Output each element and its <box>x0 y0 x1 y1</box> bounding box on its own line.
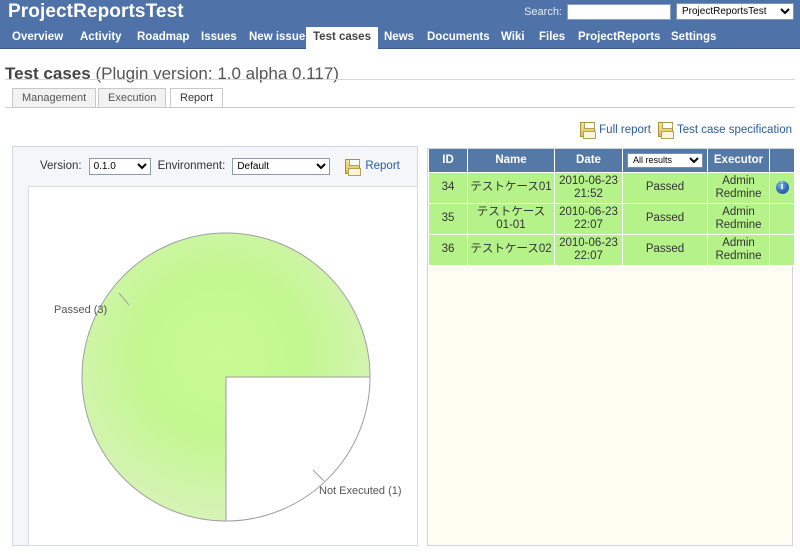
top-header: ProjectReportsTest Search: ProjectReport… <box>0 0 800 27</box>
test-results-table: ID Name Date All results Executor 34 テスト… <box>428 149 795 266</box>
col-header-executor[interactable]: Executor <box>707 149 770 173</box>
pie-label-passed: Passed (3) <box>54 304 108 316</box>
table-header-row: ID Name Date All results Executor <box>428 149 795 173</box>
chart-panel: Version: 0.1.0 Environment: Default Repo… <box>12 146 418 546</box>
page-title-version: (Plugin version: 1.0 alpha 0.117) <box>95 64 339 84</box>
table-row[interactable]: 35 テストケース01-01 2010-06-23 22:07 Passed Ad… <box>428 202 795 235</box>
page-title: Test cases (Plugin version: 1.0 alpha 0.… <box>5 64 339 84</box>
nav-test-cases[interactable]: Test cases <box>306 27 378 49</box>
cell-date: 2010-06-23 22:07 <box>554 202 623 235</box>
report-links-bar: Full report Test case specification <box>580 122 792 139</box>
cell-date: 2010-06-23 21:52 <box>554 171 623 204</box>
spec-link-group[interactable]: Test case specification <box>657 122 792 139</box>
nav-news[interactable]: News <box>377 27 421 49</box>
cell-name: テストケース01-01 <box>467 202 555 235</box>
cell-actions[interactable] <box>769 171 795 204</box>
cell-id: 34 <box>428 171 468 204</box>
version-label: Version: <box>40 160 82 172</box>
cell-name: テストケース01 <box>467 171 555 204</box>
tab-management[interactable]: Management <box>12 88 97 107</box>
pie-label-not-executed: Not Executed (1) <box>319 485 402 497</box>
cell-actions <box>769 233 795 266</box>
cell-result: Passed <box>622 202 708 235</box>
search-input[interactable] <box>567 3 671 20</box>
nav-roadmap[interactable]: Roadmap <box>130 27 196 49</box>
info-icon[interactable] <box>775 180 789 194</box>
save-floppy-icon <box>345 158 362 176</box>
subtab-divider <box>5 107 795 108</box>
nav-project-reports[interactable]: ProjectReports <box>571 27 667 49</box>
test-results-panel: ID Name Date All results Executor 34 テスト… <box>427 148 795 546</box>
full-report-link-group[interactable]: Full report <box>580 122 651 139</box>
cell-actions <box>769 202 795 235</box>
nav-documents[interactable]: Documents <box>420 27 497 49</box>
cell-executor: Admin Redmine <box>707 233 770 266</box>
cell-result: Passed <box>622 171 708 204</box>
tab-execution[interactable]: Execution <box>98 88 167 107</box>
save-floppy-icon <box>657 122 674 139</box>
environment-select[interactable]: Default <box>232 157 331 175</box>
environment-label: Environment: <box>157 160 226 172</box>
title-divider <box>5 79 795 80</box>
subtab-bar: Management Execution Report <box>12 88 792 108</box>
cell-result: Passed <box>622 233 708 266</box>
nav-overview[interactable]: Overview <box>5 27 70 49</box>
nav-settings[interactable]: Settings <box>664 27 723 49</box>
cell-date: 2010-06-23 22:07 <box>554 233 623 266</box>
report-button[interactable]: Report <box>345 158 400 176</box>
nav-issues[interactable]: Issues <box>194 27 244 49</box>
col-header-id[interactable]: ID <box>428 149 468 173</box>
nav-new-issue[interactable]: New issue <box>242 27 312 49</box>
search-label: Search: <box>524 5 562 18</box>
pie-chart-area: Passed (3) Not Executed (1) <box>28 186 418 546</box>
result-filter-select[interactable]: All results <box>627 152 703 168</box>
chart-controls: Version: 0.1.0 Environment: Default Repo… <box>13 147 419 185</box>
nav-files[interactable]: Files <box>532 27 572 49</box>
nav-wiki[interactable]: Wiki <box>494 27 532 49</box>
save-floppy-icon <box>580 122 597 139</box>
col-header-date[interactable]: Date <box>554 149 623 173</box>
cell-executor: Admin Redmine <box>707 202 770 235</box>
cell-executor: Admin Redmine <box>707 171 770 204</box>
tab-report[interactable]: Report <box>170 88 224 108</box>
table-row[interactable]: 36 テストケース02 2010-06-23 22:07 Passed Admin… <box>428 233 795 266</box>
col-header-result: All results <box>622 149 708 173</box>
full-report-link[interactable]: Full report <box>599 124 651 136</box>
app-title: ProjectReportsTest <box>8 1 184 22</box>
main-navigation: Overview Activity Roadmap Issues New iss… <box>0 27 800 49</box>
test-case-specification-link[interactable]: Test case specification <box>677 124 792 136</box>
project-scope-select[interactable]: ProjectReportsTest <box>676 3 794 20</box>
pie-slice-not-executed <box>225 376 371 522</box>
col-header-actions <box>769 149 795 173</box>
nav-activity[interactable]: Activity <box>73 27 129 49</box>
report-button-label: Report <box>365 160 400 172</box>
version-select[interactable]: 0.1.0 <box>88 157 151 175</box>
cell-name: テストケース02 <box>467 233 555 266</box>
cell-id: 35 <box>428 202 468 235</box>
page-title-main: Test cases <box>5 64 91 84</box>
cell-id: 36 <box>428 233 468 266</box>
table-row[interactable]: 34 テストケース01 2010-06-23 21:52 Passed Admin… <box>428 171 795 204</box>
search-area: Search: ProjectReportsTest <box>524 3 794 20</box>
col-header-name[interactable]: Name <box>467 149 555 173</box>
